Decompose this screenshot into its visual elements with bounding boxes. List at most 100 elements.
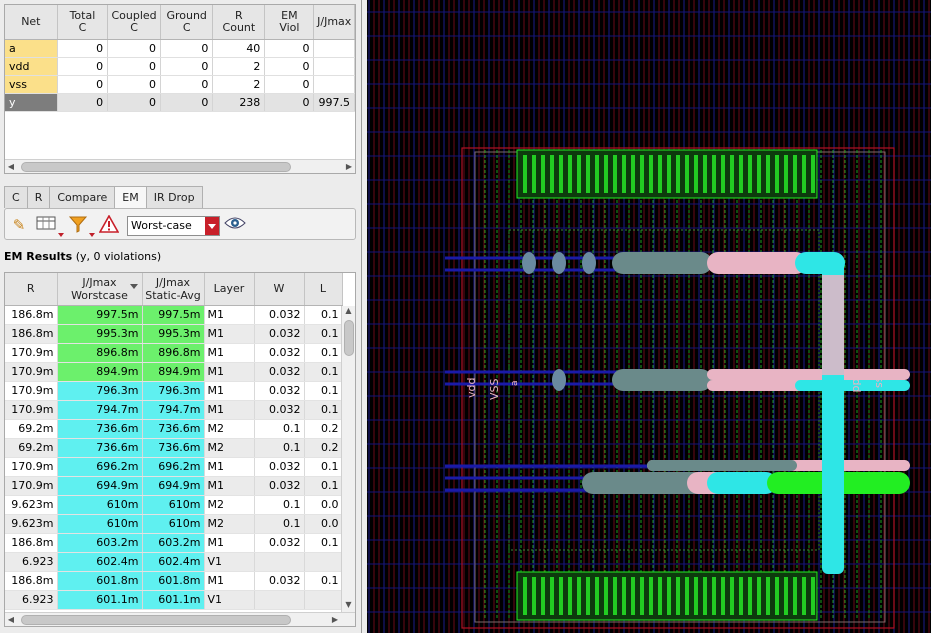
eye-icon[interactable] — [224, 215, 246, 235]
em-result-row[interactable]: 186.8m 601.8m 601.8m M1 0.032 0.1 — [5, 571, 343, 591]
gate-finger — [550, 155, 554, 193]
em-sa-cell: 696.2m — [142, 457, 205, 477]
tab-c[interactable]: C — [4, 186, 28, 208]
gate-finger — [595, 155, 599, 193]
scroll-thumb[interactable] — [344, 320, 354, 356]
tab-compare[interactable]: Compare — [49, 186, 116, 208]
em-result-row[interactable]: 170.9m 896.8m 896.8m M1 0.032 0.1 — [5, 343, 343, 363]
em-r-cell: 186.8m — [5, 533, 58, 553]
net-row[interactable]: vdd 0 0 0 2 0 — [5, 57, 355, 76]
gate-finger — [748, 155, 752, 193]
em-result-row[interactable]: 69.2m 736.6m 736.6m M2 0.1 0.2 — [5, 419, 343, 439]
em-col-header[interactable]: Layer — [204, 273, 255, 306]
gate-finger — [667, 155, 671, 193]
em-l-cell — [304, 552, 343, 572]
em-sa-cell: 736.6m — [142, 438, 205, 458]
gate-finger — [757, 155, 761, 193]
em-col-header[interactable]: J/Jmax Worstcase — [57, 273, 143, 306]
tab-ir-drop[interactable]: IR Drop — [145, 186, 203, 208]
em-w-cell: 0.1 — [254, 419, 305, 439]
pencil-icon[interactable]: ✎ — [8, 215, 30, 235]
warning-icon[interactable] — [98, 214, 120, 235]
em-wc-cell: 995.3m — [57, 324, 143, 344]
scroll-down-icon[interactable]: ▼ — [342, 600, 355, 612]
net-col-header[interactable]: J/Jmax — [313, 5, 355, 40]
em-sa-cell: 794.7m — [142, 400, 205, 420]
scroll-thumb[interactable] — [21, 162, 291, 172]
em-results-table: R J/Jmax Worstcase J/Jmax Static-Avg Layer W… — [4, 272, 356, 627]
em-w-cell: 0.1 — [254, 514, 305, 534]
em-result-row[interactable]: 186.8m 997.5m 997.5m M1 0.032 0.1 — [5, 305, 343, 325]
net-col-header[interactable]: Total C — [57, 5, 109, 40]
em-result-row[interactable]: 170.9m 796.3m 796.3m M1 0.032 0.1 — [5, 381, 343, 401]
gate-finger — [757, 577, 761, 615]
via-contact — [552, 369, 566, 391]
net-row[interactable]: vss 0 0 0 2 0 — [5, 75, 355, 94]
em-result-row[interactable]: 170.9m 694.9m 694.9m M1 0.032 0.1 — [5, 476, 343, 496]
em-result-row[interactable]: 186.8m 995.3m 995.3m M1 0.032 0.1 — [5, 324, 343, 344]
gate-finger — [595, 577, 599, 615]
gate-finger — [523, 577, 527, 615]
metal-wire — [647, 460, 797, 471]
scroll-thumb[interactable] — [21, 615, 291, 625]
em-table-vscrollbar[interactable]: ▲ ▼ — [341, 306, 355, 612]
gate-finger — [811, 577, 815, 615]
em-result-row[interactable]: 69.2m 736.6m 736.6m M2 0.1 0.2 — [5, 438, 343, 458]
em-result-row[interactable]: 9.623m 610m 610m M2 0.1 0.0 — [5, 495, 343, 515]
column-chooser-icon[interactable] — [35, 215, 57, 235]
net-col-header[interactable]: R Count — [212, 5, 266, 40]
em-col-header[interactable]: J/Jmax Static-Avg — [142, 273, 205, 306]
em-col-header[interactable]: L — [304, 273, 343, 306]
em-r-cell: 9.623m — [5, 514, 58, 534]
em-col-header[interactable]: W — [254, 273, 305, 306]
em-r-cell: 170.9m — [5, 362, 58, 382]
scroll-left-icon[interactable]: ◀ — [5, 160, 17, 173]
chevron-down-icon[interactable] — [205, 217, 219, 235]
em-wc-cell: 894.9m — [57, 362, 143, 382]
em-result-row[interactable]: 170.9m 696.2m 696.2m M1 0.032 0.1 — [5, 457, 343, 477]
gate-finger — [622, 577, 626, 615]
net-col-header[interactable]: Ground C — [160, 5, 214, 40]
em-result-row[interactable]: 6.923 602.4m 602.4m V1 — [5, 552, 343, 572]
net-table-hscrollbar[interactable]: ◀ ▶ — [5, 159, 355, 173]
em-r-cell: 186.8m — [5, 305, 58, 325]
em-table-header: R J/Jmax Worstcase J/Jmax Static-Avg Layer W… — [5, 273, 343, 306]
net-row[interactable]: a 0 0 0 40 0 — [5, 39, 355, 58]
net-row[interactable]: y 0 0 0 238 0 997.5 — [5, 93, 355, 112]
em-sa-cell: 995.3m — [142, 324, 205, 344]
scroll-right-icon[interactable]: ▶ — [329, 613, 341, 626]
em-result-row[interactable]: 170.9m 894.9m 894.9m M1 0.032 0.1 — [5, 362, 343, 382]
tab-r[interactable]: R — [26, 186, 51, 208]
mode-dropdown[interactable]: Worst-case — [127, 216, 220, 236]
em-wc-cell: 736.6m — [57, 419, 143, 439]
em-result-row[interactable]: 6.923 601.1m 601.1m V1 — [5, 590, 343, 610]
em-result-row[interactable]: 170.9m 794.7m 794.7m M1 0.032 0.1 — [5, 400, 343, 420]
em-l-cell: 0.0 — [304, 495, 343, 515]
layout-viewer-canvas[interactable]: vdd VSS a vdd vss — [367, 0, 931, 633]
em-l-cell: 0.1 — [304, 457, 343, 477]
via-contact — [582, 252, 596, 274]
via-contact — [552, 252, 566, 274]
filter-icon[interactable] — [67, 215, 89, 235]
scroll-left-icon[interactable]: ◀ — [5, 613, 17, 626]
em-result-row[interactable]: 186.8m 603.2m 603.2m M1 0.032 0.1 — [5, 533, 343, 553]
net-col-header[interactable]: Coupled C — [107, 5, 161, 40]
em-table-hscrollbar[interactable]: ◀ ▶ — [5, 612, 355, 626]
em-col-header[interactable]: R — [5, 273, 58, 306]
scroll-up-icon[interactable]: ▲ — [342, 306, 355, 318]
tab-em[interactable]: EM — [114, 186, 147, 209]
scroll-right-icon[interactable]: ▶ — [343, 160, 355, 173]
net-value-cell: 997.5 — [313, 93, 355, 112]
gate-finger — [658, 577, 662, 615]
em-r-cell: 6.923 — [5, 590, 58, 610]
em-l-cell: 0.1 — [304, 400, 343, 420]
net-col-header[interactable]: Net — [5, 5, 58, 40]
em-result-row[interactable]: 9.623m 610m 610m M2 0.1 0.0 — [5, 514, 343, 534]
gate-finger — [784, 577, 788, 615]
gate-finger — [649, 577, 653, 615]
net-col-header[interactable]: EM Viol — [264, 5, 315, 40]
em-sa-cell: 601.8m — [142, 571, 205, 591]
em-sa-cell: 694.9m — [142, 476, 205, 496]
layout-label-vdd-right: vdd — [850, 372, 863, 392]
gate-finger — [550, 577, 554, 615]
